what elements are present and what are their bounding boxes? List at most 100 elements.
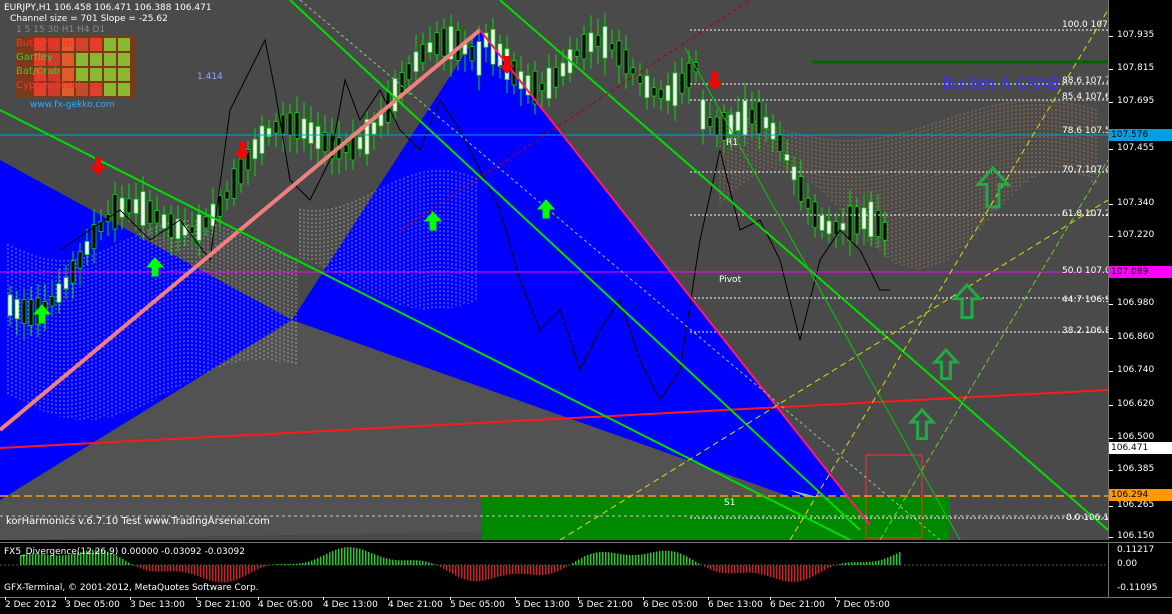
histogram-bar (776, 565, 778, 579)
histogram-bar (788, 565, 790, 582)
histogram-bar (497, 565, 499, 577)
price-scale[interactable]: 107.935 107.815 107.695 107.455 107.340 … (1108, 0, 1172, 540)
histogram-bar (572, 563, 574, 565)
histogram-bar (401, 560, 403, 565)
candle-body (29, 300, 33, 326)
histogram-bar (758, 565, 760, 574)
histogram-bar (764, 565, 766, 575)
pattern-label: Bullish A CRAB (942, 74, 1060, 93)
candle-body (561, 63, 565, 76)
candle-body (113, 194, 117, 229)
histogram-bar (803, 565, 805, 580)
fib-label: 100.0 107.953-H1 (1062, 20, 1108, 30)
candle-body (624, 50, 628, 74)
main-price-chart[interactable]: EURJPY,H1 106.458 106.471 106.388 106.47… (0, 0, 1108, 540)
histogram-bar (407, 560, 409, 565)
histogram-bar (467, 565, 469, 580)
candle-body (715, 117, 719, 135)
histogram-bar (275, 564, 277, 565)
candle-body (778, 134, 782, 151)
histogram-bar (731, 565, 733, 573)
histogram-bar (893, 555, 895, 565)
timeframe-row: 1 5 15 30 H1 H4 D1 (16, 25, 105, 35)
candle-body (85, 241, 89, 254)
histogram-bar (542, 565, 544, 575)
indicator-panel[interactable]: FX5_Divergence(12,26,9) 0.00000 -0.03092… (0, 542, 1108, 598)
histogram-bar (503, 565, 505, 575)
candle-body (358, 137, 362, 149)
candle-body (64, 278, 68, 289)
histogram-bar (608, 552, 610, 565)
histogram-bar (827, 565, 829, 569)
candle-body (442, 28, 446, 56)
histogram-bar (194, 565, 196, 575)
histogram-bar (341, 548, 343, 565)
histogram-bar (248, 565, 250, 574)
histogram-bar (350, 547, 352, 565)
candle-body (764, 117, 768, 128)
histogram-bar (518, 565, 520, 574)
time-tick: 6 Dec 21:00 (770, 600, 825, 610)
time-axis[interactable]: 2 Dec 20123 Dec 05:003 Dec 13:003 Dec 21… (0, 597, 1172, 614)
histogram-bar (704, 565, 706, 567)
histogram-bar (344, 547, 346, 565)
histogram-bar (674, 552, 676, 565)
histogram-bar (317, 558, 319, 565)
histogram-bar (524, 565, 526, 574)
candle-body (141, 192, 145, 226)
histogram-bar (545, 565, 547, 575)
histogram-bar (473, 565, 475, 581)
ind-tick: -0.11095 (1117, 583, 1157, 593)
histogram-bar (785, 565, 787, 581)
histogram-bar (761, 565, 763, 574)
histogram-bar (158, 565, 160, 572)
histogram-bar (404, 560, 406, 565)
histogram-bar (725, 565, 727, 573)
candle-body (8, 295, 12, 316)
candle-body (575, 50, 579, 56)
histogram-bar (236, 565, 238, 580)
histogram-bar (641, 554, 643, 565)
channel-info: Channel size = 701 Slope = -25.62 (10, 14, 168, 24)
candle-body (204, 217, 208, 228)
tf-label-3: Cypher/Shark (16, 80, 84, 91)
histogram-bar (305, 562, 307, 565)
time-tick: 3 Dec 13:00 (130, 600, 185, 610)
histogram-bar (143, 565, 145, 570)
candle-body (127, 199, 131, 213)
candle-body (547, 68, 551, 98)
histogram-bar (746, 565, 748, 573)
candle-body (372, 123, 376, 135)
candle-body (407, 64, 411, 80)
fib-label: 38.2 106.864-H1 (1062, 326, 1108, 336)
histogram-bar (632, 555, 634, 565)
candle-body (470, 47, 474, 61)
histogram-bar (137, 565, 139, 567)
histogram-bar (779, 565, 781, 580)
histogram-bar (656, 552, 658, 565)
histogram-bar (512, 565, 514, 574)
histogram-bar (476, 565, 478, 581)
histogram-bar (593, 553, 595, 565)
histogram-bar (842, 563, 844, 565)
fib-label: 44.7 106.979-H1 (1062, 295, 1108, 305)
histogram-bar (233, 565, 235, 581)
histogram-bar (326, 554, 328, 565)
histogram-bar (668, 551, 670, 565)
indicator-title: FX5_Divergence(12,26,9) 0.00000 -0.03092… (4, 547, 245, 557)
pattern-grid-cell (104, 38, 116, 51)
histogram-bar (839, 564, 841, 565)
pattern-grid-cell (90, 68, 102, 81)
histogram-bar (338, 549, 340, 565)
histogram-bar (722, 565, 724, 573)
histogram-bar (698, 563, 700, 565)
histogram-bar (152, 565, 154, 571)
histogram-bar (386, 558, 388, 565)
tf-label-1: Gartley (16, 52, 53, 63)
histogram-bar (650, 553, 652, 565)
price-tick: 106.500 (1117, 432, 1154, 442)
histogram-bar (356, 548, 358, 565)
histogram-bar (818, 565, 820, 573)
candle-body (596, 35, 600, 46)
tf-label-2: Bat/Crab (16, 66, 60, 77)
